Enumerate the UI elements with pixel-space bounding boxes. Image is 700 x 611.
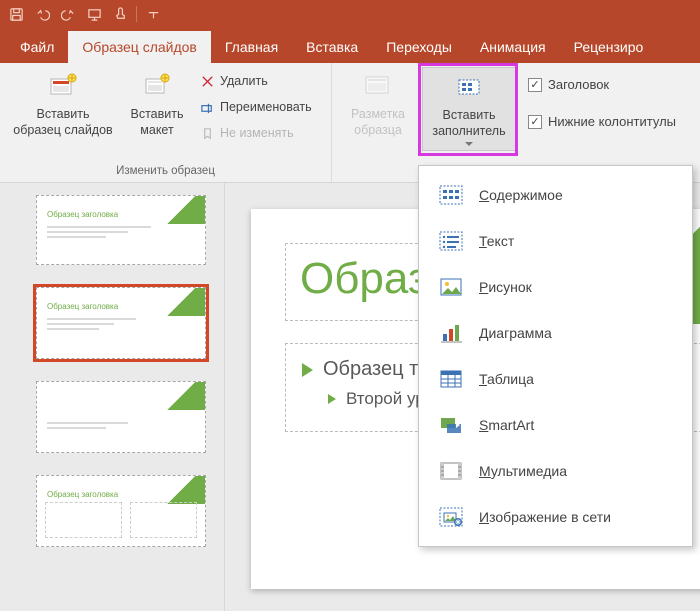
qat-customize-button[interactable] <box>141 3 165 25</box>
dropdown-caret-icon <box>465 142 473 150</box>
master-edit-small-buttons: Удалить Переименовать Не изменять <box>196 67 315 143</box>
insert-master-label: Вставить образец слайдов <box>13 107 112 138</box>
thumb-master[interactable]: Образец заголовка <box>36 195 206 265</box>
master-layout-icon <box>361 70 395 104</box>
quick-access-toolbar <box>0 0 700 28</box>
undo-button[interactable] <box>30 3 54 25</box>
picture-icon <box>437 273 465 301</box>
media-icon <box>437 457 465 485</box>
insert-master-icon <box>46 70 80 104</box>
master-layout-button: Разметка образца <box>340 67 416 138</box>
menu-online-image[interactable]: Изображение в сети <box>419 494 692 540</box>
menu-table[interactable]: Таблица <box>419 356 692 402</box>
content-icon <box>437 181 465 209</box>
placeholder-checkboxes: ✓Заголовок ✓Нижние колонтитулы <box>522 67 676 131</box>
insert-slide-master-button[interactable]: Вставить образец слайдов <box>8 67 118 138</box>
rename-icon <box>199 99 215 115</box>
tab-animations[interactable]: Анимация <box>466 31 560 63</box>
preserve-button: Не изменять <box>196 123 315 143</box>
qat-separator <box>136 6 137 22</box>
insert-layout-button[interactable]: Вставить макет <box>124 67 190 138</box>
tab-home[interactable]: Главная <box>211 31 292 63</box>
group-edit-label: Изменить образец <box>8 163 323 180</box>
online-image-icon <box>437 503 465 531</box>
rename-button[interactable]: Переименовать <box>196 97 315 117</box>
menu-picture[interactable]: Рисунок <box>419 264 692 310</box>
smartart-icon <box>437 411 465 439</box>
tab-review[interactable]: Рецензиро <box>560 31 658 63</box>
tab-file[interactable]: Файл <box>6 31 68 63</box>
save-button[interactable] <box>4 3 28 25</box>
table-icon <box>437 365 465 393</box>
preserve-icon <box>199 125 215 141</box>
menu-text[interactable]: Текст <box>419 218 692 264</box>
menu-chart[interactable]: Диаграмма <box>419 310 692 356</box>
thumb-layout-2[interactable] <box>36 381 206 453</box>
menu-content[interactable]: Содержимое <box>419 172 692 218</box>
menu-smartart[interactable]: SmartArt <box>419 402 692 448</box>
redo-button[interactable] <box>56 3 80 25</box>
slideshow-button[interactable] <box>82 3 106 25</box>
tab-transitions[interactable]: Переходы <box>372 31 466 63</box>
touch-mode-button[interactable] <box>108 3 132 25</box>
insert-placeholder-icon <box>452 71 486 105</box>
chart-icon <box>437 319 465 347</box>
bullet-icon <box>328 394 336 404</box>
master-layout-label: Разметка образца <box>351 107 405 138</box>
delete-icon <box>199 73 215 89</box>
insert-placeholder-label: Вставить заполнитель <box>432 108 505 139</box>
title-checkbox[interactable]: ✓Заголовок <box>528 75 676 94</box>
delete-button[interactable]: Удалить <box>196 71 315 91</box>
placeholder-dropdown-menu: Содержимое Текст Рисунок Диаграмма Табли… <box>418 165 693 547</box>
footers-checkbox[interactable]: ✓Нижние колонтитулы <box>528 112 676 131</box>
insert-layout-icon <box>140 70 174 104</box>
thumbnail-panel[interactable]: Образец заголовка Образец заголовка Обра… <box>0 183 225 611</box>
text-icon <box>437 227 465 255</box>
thumb-layout-1[interactable]: Образец заголовка <box>36 287 206 359</box>
ribbon-group-edit-master: Вставить образец слайдов Вставить макет … <box>0 63 332 182</box>
tab-slide-master[interactable]: Образец слайдов <box>68 31 210 63</box>
insert-placeholder-button[interactable]: Вставить заполнитель <box>422 67 516 151</box>
menu-media[interactable]: Мультимедиа <box>419 448 692 494</box>
bullet-icon <box>302 363 313 377</box>
tab-insert[interactable]: Вставка <box>292 31 372 63</box>
insert-layout-label: Вставить макет <box>131 107 184 138</box>
check-icon: ✓ <box>528 78 542 92</box>
check-icon: ✓ <box>528 115 542 129</box>
ribbon-tabstrip: Файл Образец слайдов Главная Вставка Пер… <box>0 28 700 63</box>
thumb-layout-3[interactable]: Образец заголовка <box>36 475 206 547</box>
